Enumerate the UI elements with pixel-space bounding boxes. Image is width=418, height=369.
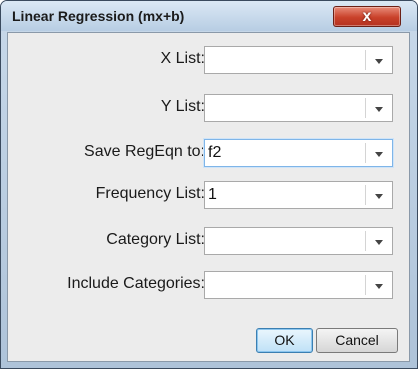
y-list-row: Y List: [8,92,409,124]
include-categories-dropdown[interactable] [204,271,393,299]
y-list-label: Y List: [160,98,205,115]
title-bar[interactable]: Linear Regression (mx+b) x [1,1,417,31]
frequency-list-row: Frequency List: 1 [8,179,409,211]
category-list-dropdown[interactable] [204,227,393,255]
save-regeqn-row: Save RegEqn to: f2 [8,137,409,169]
save-regeqn-dropdown[interactable]: f2 [204,139,393,167]
category-list-row: Category List: [8,225,409,257]
include-categories-row: Include Categories: [8,269,409,301]
dropdown-separator [365,50,366,70]
frequency-list-dropdown[interactable]: 1 [204,181,393,209]
y-list-dropdown[interactable] [204,94,393,122]
x-list-label: X List: [160,50,205,67]
chevron-down-icon[interactable] [375,107,383,112]
chevron-down-icon[interactable] [375,152,383,157]
dialog-body: X List: Y List: Save RegEqn to: f2 Frequ… [7,32,410,362]
chevron-down-icon[interactable] [375,194,383,199]
include-categories-label: Include Categories: [67,275,205,292]
ok-button[interactable]: OK [256,328,313,353]
chevron-down-icon[interactable] [375,240,383,245]
x-list-row: X List: [8,44,409,76]
close-icon: x [362,8,372,25]
save-regeqn-label: Save RegEqn to: [84,143,205,160]
dropdown-separator [365,98,366,118]
cancel-button[interactable]: Cancel [316,328,398,353]
dialog-window: Linear Regression (mx+b) x X List: Y Lis… [0,0,418,369]
close-button[interactable]: x [333,6,401,27]
dropdown-separator [365,185,366,205]
frequency-list-value: 1 [208,186,217,203]
dropdown-separator [365,231,366,251]
save-regeqn-value: f2 [208,144,222,161]
x-list-dropdown[interactable] [204,46,393,74]
chevron-down-icon[interactable] [375,284,383,289]
dialog-title: Linear Regression (mx+b) [12,8,185,24]
dropdown-separator [365,143,366,163]
dropdown-separator [365,275,366,295]
chevron-down-icon[interactable] [375,59,383,64]
frequency-list-label: Frequency List: [95,185,205,202]
category-list-label: Category List: [106,231,205,248]
